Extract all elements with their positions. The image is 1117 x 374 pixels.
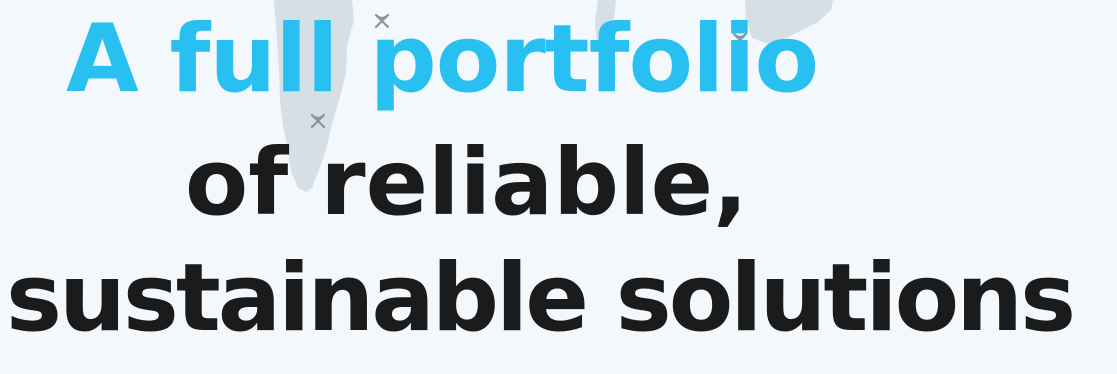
headline-line-accent: A full portfolio [66, 5, 819, 114]
headline-line-3: sustainable solutions [6, 244, 1076, 353]
headline-line-2: of reliable, [185, 129, 748, 236]
hero-banner: { "headline": { "line1": "A full portfol… [0, 0, 1117, 374]
headline: A full portfolio of reliable, sustainabl… [0, 0, 1117, 374]
